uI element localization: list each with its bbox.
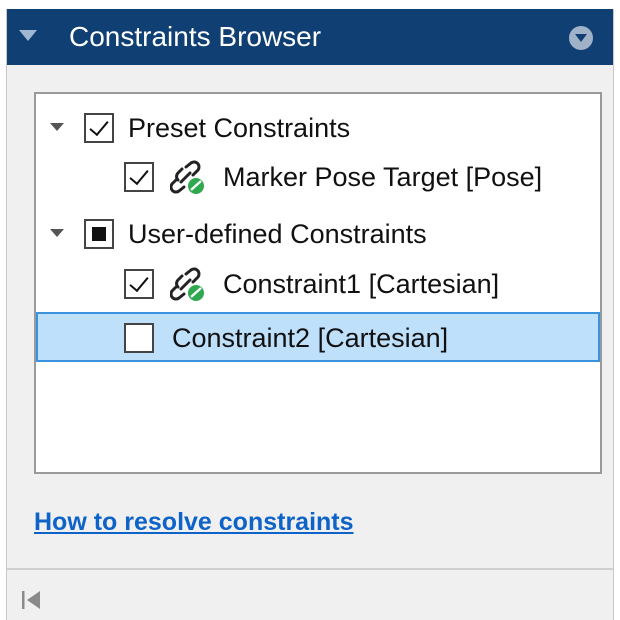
constraints-tree[interactable]: Preset Constraints Marker Pose Target [P… bbox=[34, 92, 602, 474]
constraint2-checkbox[interactable] bbox=[124, 323, 154, 353]
tree-group-preset-constraints[interactable]: Preset Constraints bbox=[36, 102, 600, 152]
tree-group-label: User-defined Constraints bbox=[128, 219, 427, 249]
tree-item-label: Constraint2 [Cartesian] bbox=[172, 323, 449, 353]
constraints-browser-panel: Constraints Browser Preset Constraints M bbox=[6, 9, 614, 620]
help-link-resolve-constraints[interactable]: How to resolve constraints bbox=[34, 507, 354, 537]
tree-group-label: Preset Constraints bbox=[128, 113, 351, 143]
link-active-icon bbox=[170, 267, 204, 301]
tree-group-user-defined-constraints[interactable]: User-defined Constraints bbox=[36, 208, 600, 258]
triangle-down-icon[interactable] bbox=[19, 30, 37, 41]
tree-item-label: Constraint1 [Cartesian] bbox=[223, 269, 500, 299]
panel-footer bbox=[7, 568, 613, 620]
constraint1-checkbox[interactable] bbox=[124, 269, 154, 299]
tree-item-label: Marker Pose Target [Pose] bbox=[223, 162, 543, 192]
link-active-icon bbox=[170, 160, 204, 194]
panel-titlebar: Constraints Browser bbox=[7, 9, 613, 65]
tree-item-constraint1[interactable]: Constraint1 [Cartesian] bbox=[36, 258, 600, 308]
collapse-left-icon[interactable] bbox=[19, 588, 43, 612]
panel-title: Constraints Browser bbox=[69, 21, 322, 52]
preset-constraints-checkbox[interactable] bbox=[84, 113, 114, 143]
marker-pose-target-checkbox[interactable] bbox=[124, 162, 154, 192]
tree-item-constraint2[interactable]: Constraint2 [Cartesian] bbox=[36, 312, 600, 362]
circle-chevron-down-icon[interactable] bbox=[569, 26, 593, 50]
user-defined-constraints-checkbox[interactable] bbox=[84, 219, 114, 249]
tree-item-marker-pose-target[interactable]: Marker Pose Target [Pose] bbox=[36, 151, 600, 201]
expand-triangle-icon[interactable] bbox=[50, 123, 64, 131]
expand-triangle-icon[interactable] bbox=[50, 229, 64, 237]
